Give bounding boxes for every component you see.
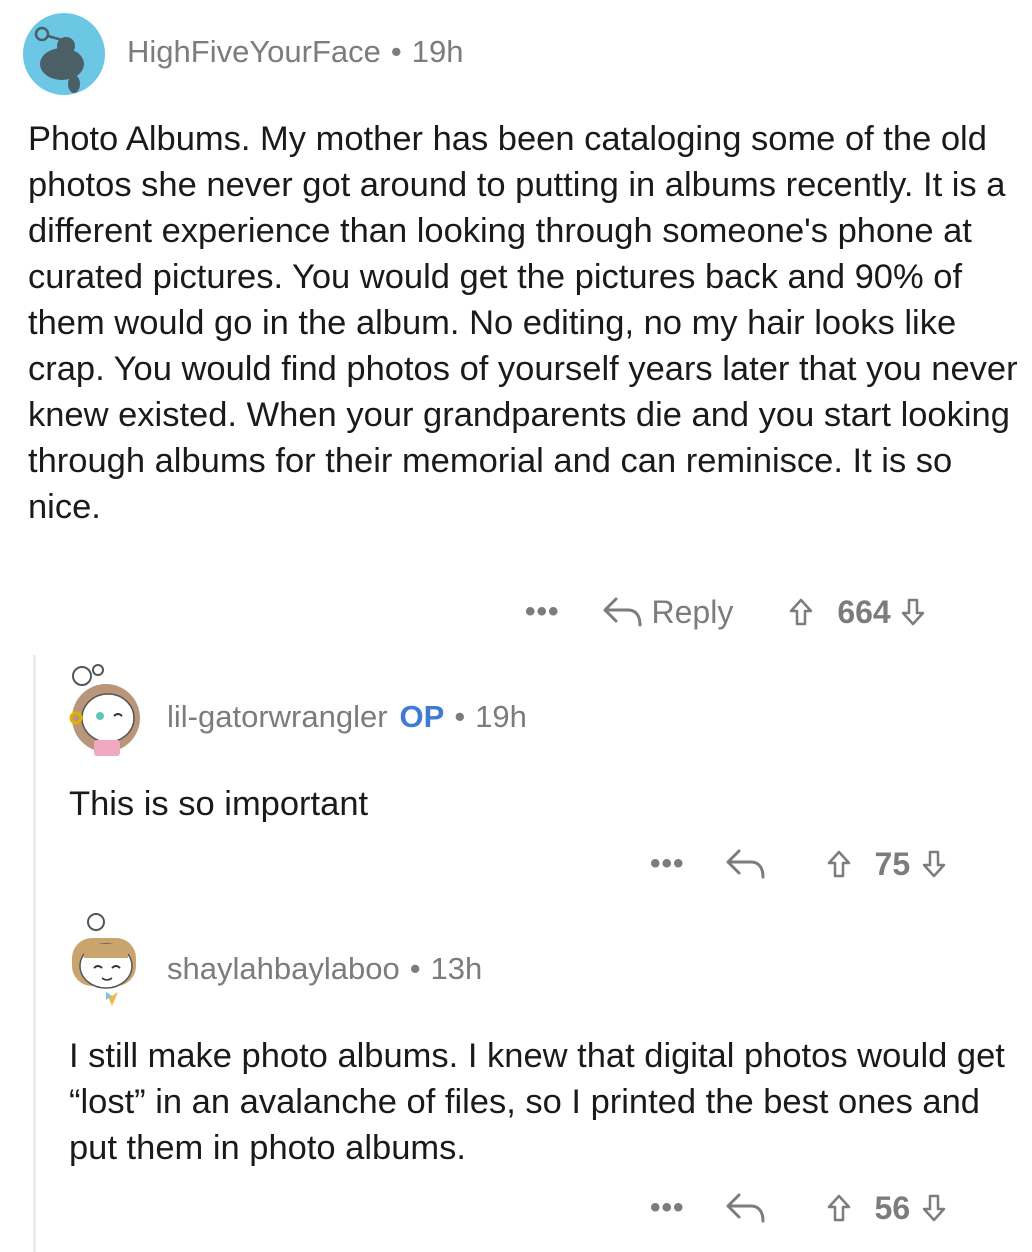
comment-body: Photo Albums. My mother has been catalog… <box>28 120 1018 526</box>
upvote-arrow-icon[interactable] <box>827 850 851 878</box>
reply-arrow-icon <box>725 847 767 881</box>
comment-body: This is so important <box>69 785 369 823</box>
username[interactable]: HighFiveYourFace <box>127 34 381 70</box>
separator-dot: • <box>409 951 421 986</box>
thread-line[interactable] <box>33 655 36 1252</box>
more-options-button[interactable]: ••• <box>525 595 560 629</box>
avatar[interactable] <box>22 12 106 96</box>
reply-button[interactable] <box>725 1191 767 1225</box>
downvote-arrow-icon[interactable] <box>922 1194 946 1222</box>
username[interactable]: lil-gatorwrangler <box>167 699 388 735</box>
comment-actions: ••• 56 <box>650 1186 946 1230</box>
more-options-button[interactable]: ••• <box>650 847 685 881</box>
vote-count: 56 <box>874 1189 911 1226</box>
avatar[interactable] <box>62 910 148 1010</box>
upvote-arrow-icon[interactable] <box>789 598 813 626</box>
upvote-arrow-icon[interactable] <box>827 1194 851 1222</box>
vote-count: 664 <box>837 593 891 630</box>
username[interactable]: shaylahbaylaboo <box>167 951 400 987</box>
comment-body: I still make photo albums. I knew that d… <box>69 1037 1005 1167</box>
reply-label: Reply <box>651 593 734 630</box>
reply-arrow-icon <box>602 595 644 629</box>
avatar[interactable] <box>62 660 150 760</box>
downvote-arrow-icon[interactable] <box>922 850 946 878</box>
downvote-arrow-icon[interactable] <box>901 598 925 626</box>
comment-actions: ••• Reply 664 <box>525 590 925 634</box>
timestamp: 13h <box>430 951 483 986</box>
separator-dot: • <box>390 34 402 69</box>
comment-header: lil-gatorwrangler OP • 19h <box>167 699 527 735</box>
reply-button[interactable] <box>725 847 767 881</box>
comment-header: HighFiveYourFace • 19h <box>127 34 463 70</box>
timestamp: 19h <box>475 699 527 734</box>
op-badge: OP <box>399 699 445 734</box>
separator-dot: • <box>454 699 466 734</box>
timestamp: 19h <box>411 34 464 69</box>
reply-arrow-icon <box>725 1191 767 1225</box>
comment-header: shaylahbaylaboo • 13h <box>167 951 482 987</box>
more-options-button[interactable]: ••• <box>650 1191 685 1225</box>
reply-button[interactable]: Reply <box>602 593 734 631</box>
comment-actions: ••• 75 <box>650 842 946 886</box>
vote-count: 75 <box>874 845 911 882</box>
